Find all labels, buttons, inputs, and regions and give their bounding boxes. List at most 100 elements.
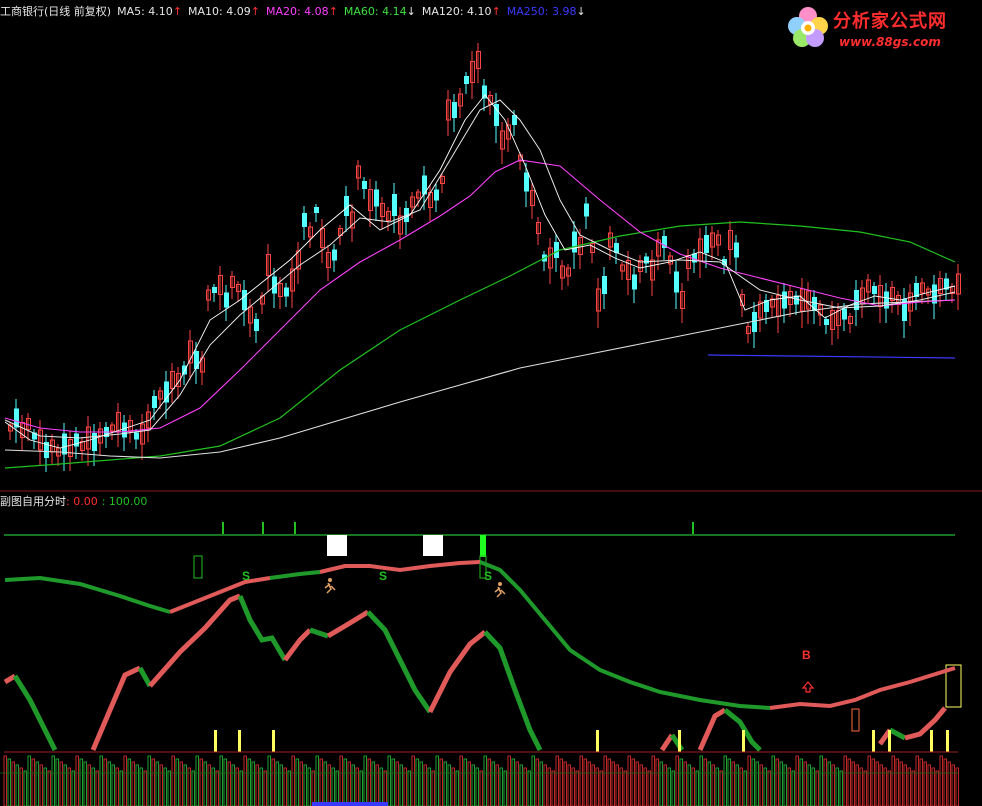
strip-bar	[775, 758, 779, 806]
strip-bar	[75, 755, 79, 806]
strip-bar	[747, 755, 751, 806]
strip-bar	[739, 767, 743, 806]
strip-bar	[847, 758, 851, 806]
ma-readout-5: MA250: 3.98↓	[507, 5, 586, 18]
ma-readout-label: MA60: 4.14	[343, 5, 407, 18]
strip-bar	[51, 755, 55, 806]
strip-bar	[323, 761, 327, 806]
strip-bar	[303, 764, 307, 806]
strip-bar	[483, 755, 487, 806]
strip-bar	[319, 758, 323, 806]
strip-bar	[879, 764, 883, 806]
strip-bar	[763, 767, 767, 806]
strip-bar	[435, 755, 439, 806]
strip-bar	[287, 770, 291, 806]
arrow-up-icon: ↑	[328, 5, 338, 18]
strip-bar	[771, 755, 775, 806]
strip-bar	[139, 767, 143, 806]
strip-bar	[271, 758, 275, 806]
strip-bar	[275, 761, 279, 806]
candle-body	[374, 189, 379, 207]
strip-bar	[335, 770, 339, 806]
strip-bar	[875, 761, 879, 806]
strip-bar	[519, 764, 523, 806]
strip-bar	[511, 758, 515, 806]
strip-bar	[95, 770, 99, 806]
strip-bar	[831, 764, 835, 806]
strip-bar	[635, 761, 639, 806]
yellow-stick	[946, 730, 949, 752]
strip-bar	[611, 761, 615, 806]
green-block	[480, 535, 486, 557]
strip-bar	[643, 767, 647, 806]
strip-bar	[835, 767, 839, 806]
strip-bar	[947, 761, 951, 806]
strip-bar	[235, 767, 239, 806]
strip-bar	[15, 764, 19, 806]
ma-readout-label: MA250: 3.98	[506, 5, 577, 18]
strip-bar	[463, 758, 467, 806]
sell-signal-label: S	[484, 569, 492, 583]
strip-bar	[515, 761, 519, 806]
strip-bar	[151, 758, 155, 806]
candle-body	[464, 76, 469, 84]
strip-bar	[563, 761, 567, 806]
strip-bar	[79, 758, 83, 806]
upper-band	[769, 666, 956, 710]
strip-bar	[743, 770, 747, 806]
strip-bar	[143, 770, 147, 806]
strip-bar	[731, 761, 735, 806]
strip-bar	[19, 767, 23, 806]
strip-bar	[851, 761, 855, 806]
strip-bar	[31, 758, 35, 806]
strip-bar	[439, 758, 443, 806]
strip-bar	[383, 770, 387, 806]
strip-bar	[867, 755, 871, 806]
strip-bar	[671, 770, 675, 806]
green-tick	[692, 522, 694, 534]
sell-signal-label: S	[379, 569, 387, 583]
strip-bar	[555, 755, 559, 806]
strip-bar	[167, 770, 171, 806]
strip-bar	[175, 758, 179, 806]
strip-bar	[627, 755, 631, 806]
strip-bar	[367, 758, 371, 806]
scroll-thumb[interactable]	[312, 802, 388, 806]
strip-bar	[39, 764, 43, 806]
yellow-stick	[214, 730, 217, 752]
buy-arrow-icon	[801, 681, 815, 693]
strip-bar	[35, 761, 39, 806]
strip-bar	[839, 770, 843, 806]
candle-body	[284, 287, 289, 297]
strip-bar	[683, 761, 687, 806]
candle-body	[602, 276, 607, 294]
strip-bar	[715, 767, 719, 806]
white-block	[327, 535, 347, 556]
strip-bar	[55, 758, 59, 806]
strip-bar	[219, 755, 223, 806]
strip-bar	[475, 767, 479, 806]
strip-bar	[251, 761, 255, 806]
strip-bar	[363, 755, 367, 806]
strip-bar	[415, 758, 419, 806]
chart-canvas: S S S B	[0, 43, 982, 806]
yellow-stick	[238, 730, 241, 752]
candle-body	[224, 292, 229, 308]
strip-bar	[423, 764, 427, 806]
strip-bar	[427, 767, 431, 806]
strip-bar	[47, 770, 51, 806]
strip-bar	[359, 770, 363, 806]
strip-bar	[583, 758, 587, 806]
strip-bar	[83, 761, 87, 806]
strip-bar	[343, 758, 347, 806]
strip-bar	[147, 755, 151, 806]
strip-bar	[487, 758, 491, 806]
flower-logo-icon	[788, 7, 828, 47]
strip-bar	[471, 764, 475, 806]
strip-bar	[311, 770, 315, 806]
runner-icon	[324, 578, 336, 594]
candle-body	[362, 181, 367, 189]
strip-bar	[955, 767, 959, 806]
strip-bar	[355, 767, 359, 806]
strip-bar	[279, 764, 283, 806]
